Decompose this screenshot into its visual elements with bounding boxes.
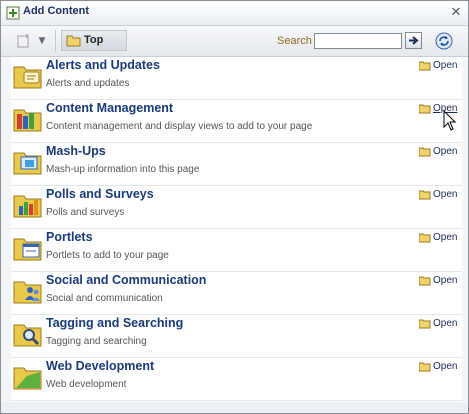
chevron-down-icon[interactable]: ▼ bbox=[35, 33, 49, 49]
list-item[interactable]: Alerts and Updates Alerts and updates Op… bbox=[11, 57, 462, 100]
folder-open-icon bbox=[419, 190, 431, 200]
folder-open-icon bbox=[419, 61, 431, 71]
folder-open-icon bbox=[419, 276, 431, 286]
open-button[interactable]: Open bbox=[419, 60, 459, 74]
folder-tagging-icon bbox=[13, 324, 42, 347]
item-description: Mash-up information into this page bbox=[46, 164, 200, 175]
toolbar-divider bbox=[55, 30, 56, 52]
open-label: Open bbox=[433, 361, 458, 372]
open-label: Open bbox=[433, 146, 458, 157]
folder-polls-icon bbox=[13, 195, 42, 218]
folder-mashup-icon bbox=[13, 152, 42, 175]
breadcrumb[interactable]: Top bbox=[61, 30, 127, 51]
close-icon[interactable]: ✕ bbox=[448, 5, 464, 21]
list-item[interactable]: Portlets Portlets to add to your page Op… bbox=[11, 229, 462, 272]
item-title[interactable]: Web Development bbox=[46, 359, 154, 373]
new-item-icon[interactable] bbox=[15, 33, 33, 49]
content-list: Alerts and Updates Alerts and updates Op… bbox=[11, 57, 462, 402]
item-description: Alerts and updates bbox=[46, 78, 130, 89]
folder-alerts-icon bbox=[13, 66, 42, 89]
title-bar: Add Content ✕ bbox=[1, 1, 468, 26]
folder-content-icon bbox=[13, 109, 42, 132]
item-title[interactable]: Content Management bbox=[46, 101, 173, 115]
open-label: Open bbox=[433, 318, 458, 329]
search-input[interactable] bbox=[314, 33, 402, 49]
dialog-title: Add Content bbox=[23, 5, 89, 17]
open-button[interactable]: Open bbox=[419, 318, 459, 332]
item-description: Social and communication bbox=[46, 293, 163, 304]
item-description: Content management and display views to … bbox=[46, 121, 313, 132]
search-go-button[interactable] bbox=[405, 32, 422, 49]
list-item[interactable]: Tagging and Searching Tagging and search… bbox=[11, 315, 462, 358]
open-button[interactable]: Open bbox=[419, 275, 459, 289]
breadcrumb-label: Top bbox=[84, 34, 104, 46]
item-title[interactable]: Mash-Ups bbox=[46, 144, 106, 158]
folder-icon bbox=[66, 35, 81, 47]
folder-open-icon bbox=[419, 319, 431, 329]
folder-open-icon bbox=[419, 362, 431, 372]
item-title[interactable]: Tagging and Searching bbox=[46, 316, 183, 330]
folder-open-icon bbox=[419, 233, 431, 243]
folder-webdev-icon bbox=[13, 367, 42, 390]
mouse-cursor-icon bbox=[443, 110, 457, 131]
open-label: Open bbox=[433, 189, 458, 200]
list-item[interactable]: Mash-Ups Mash-up information into this p… bbox=[11, 143, 462, 186]
open-button[interactable]: Open bbox=[419, 232, 459, 246]
search-label: Search bbox=[277, 35, 312, 47]
arrow-right-icon bbox=[409, 36, 419, 45]
open-button[interactable]: Open bbox=[419, 146, 459, 160]
item-title[interactable]: Portlets bbox=[46, 230, 93, 244]
item-title[interactable]: Social and Communication bbox=[46, 273, 206, 287]
folder-social-icon bbox=[13, 281, 42, 304]
item-title[interactable]: Polls and Surveys bbox=[46, 187, 154, 201]
refresh-icon[interactable] bbox=[434, 31, 454, 51]
add-content-icon bbox=[6, 6, 20, 20]
toolbar: ▼ Top Search bbox=[1, 26, 468, 57]
item-description: Web development bbox=[46, 379, 127, 390]
list-item[interactable]: Polls and Surveys Polls and surveys Open bbox=[11, 186, 462, 229]
open-label: Open bbox=[433, 232, 458, 243]
open-button[interactable]: Open bbox=[419, 361, 459, 375]
item-description: Portlets to add to your page bbox=[46, 250, 169, 261]
item-description: Polls and surveys bbox=[46, 207, 125, 218]
open-label: Open bbox=[433, 60, 458, 71]
folder-portlets-icon bbox=[13, 238, 42, 261]
status-bar bbox=[1, 402, 468, 413]
list-item[interactable]: Social and Communication Social and comm… bbox=[11, 272, 462, 315]
folder-open-icon bbox=[419, 147, 431, 157]
open-button[interactable]: Open bbox=[419, 189, 459, 203]
list-item[interactable]: Content Management Content management an… bbox=[11, 100, 462, 143]
item-description: Tagging and searching bbox=[46, 336, 147, 347]
add-content-dialog: Add Content ✕ ▼ Top Search Alerts and Up… bbox=[0, 0, 469, 414]
list-item[interactable]: Web Development Web development Open bbox=[11, 358, 462, 401]
open-label: Open bbox=[433, 275, 458, 286]
folder-open-icon bbox=[419, 104, 431, 114]
item-title[interactable]: Alerts and Updates bbox=[46, 58, 160, 72]
